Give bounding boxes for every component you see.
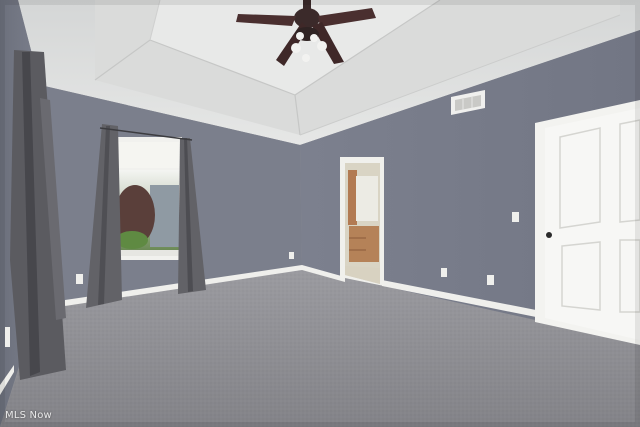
bedroom-photo: MLS Now	[0, 0, 640, 427]
room-illustration	[0, 0, 640, 427]
closet-door	[535, 100, 640, 345]
bathroom-doorway	[340, 157, 384, 286]
window	[114, 137, 182, 260]
mls-now-watermark: MLS Now	[5, 410, 52, 421]
